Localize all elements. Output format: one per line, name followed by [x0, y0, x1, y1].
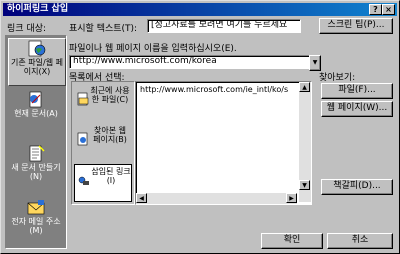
- browse-file-button[interactable]: 파일(F)...: [321, 83, 393, 99]
- bookmark-button[interactable]: 책갈피(D)...: [321, 179, 393, 195]
- title-bar: 하이퍼링크 삽입 ? ×: [3, 3, 397, 16]
- help-button[interactable]: ?: [369, 4, 382, 15]
- subnav-label: 최근에 사용한 파일(C): [90, 86, 130, 104]
- insert-hyperlink-dialog: 하이퍼링크 삽입 ? × 링크 대상: 표시할 텍스트(T): [정고사료를 보…: [0, 0, 400, 254]
- subnav-browsed-pages[interactable]: 찾아본 웹 페이지(B): [74, 124, 130, 160]
- display-text-label: 표시할 텍스트(T):: [69, 24, 138, 34]
- sidebar-item-new-document[interactable]: 새 문서 만들기(N): [8, 144, 64, 190]
- email-icon: [27, 200, 45, 215]
- link-list[interactable]: http://www.microsoft.com/ie_intl/ko/s ▲ …: [135, 81, 312, 205]
- globe-file-icon: [28, 40, 46, 57]
- sidebar-item-label: 기존 파일/웹 페이지(X): [11, 58, 63, 76]
- sidebar-item-existing-file[interactable]: 기존 파일/웹 페이지(X): [8, 38, 66, 86]
- document-icon: [29, 91, 42, 108]
- list-item[interactable]: http://www.microsoft.com/ie_intl/ko/s: [140, 85, 288, 94]
- new-document-icon: [29, 145, 45, 162]
- sidebar-item-label: 새 문서 만들기(N): [11, 163, 61, 181]
- link-target-label: 링크 대상:: [7, 24, 47, 34]
- close-button[interactable]: ×: [382, 4, 395, 15]
- ok-button[interactable]: 확인: [261, 233, 323, 249]
- sidebar-item-label: 전자 메일 주소(M): [11, 217, 61, 235]
- scroll-up-icon[interactable]: ▲: [299, 82, 310, 92]
- display-text-field[interactable]: [정고사료를 보려면 여기를 누르세요: [147, 19, 301, 33]
- vertical-scrollbar[interactable]: ▲ ▼: [299, 82, 311, 202]
- horizontal-scrollbar[interactable]: ◀ ▶: [136, 193, 297, 204]
- subnav-label: 삽입된 링크(I): [91, 167, 131, 185]
- browse-web-page-button[interactable]: 웹 페이지(W)...: [321, 101, 393, 117]
- sidebar-item-email-address[interactable]: 전자 메일 주소(M): [8, 198, 64, 244]
- screen-tip-button[interactable]: 스크린 팁(P)...: [319, 18, 393, 34]
- cancel-button[interactable]: 취소: [327, 233, 393, 249]
- browse-label: 찾아보기:: [319, 73, 356, 83]
- sidebar-item-label: 현재 문서(A): [14, 109, 58, 118]
- scroll-down-icon[interactable]: ▼: [299, 180, 310, 190]
- sidebar-item-current-document[interactable]: 현재 문서(A): [8, 90, 64, 136]
- dialog-title: 하이퍼링크 삽입: [7, 4, 69, 14]
- link-target-sidebar: 기존 파일/웹 페이지(X) 현재 문서(A) 새 문서 만들기(N) 전자 메…: [5, 35, 67, 249]
- folder-file-icon: [77, 92, 89, 106]
- subnav-recent-files[interactable]: 최근에 사용한 파일(C): [74, 84, 130, 120]
- address-label: 파일이나 웹 페이지 이름을 입력하십시오(E).: [69, 44, 237, 54]
- address-dropdown-button[interactable]: ▼: [309, 55, 321, 71]
- address-field[interactable]: http://www.microsoft.com/korea: [69, 55, 313, 69]
- list-category-panel: 최근에 사용한 파일(C) 찾아본 웹 페이지(B) 삽입된 링크(I): [71, 81, 135, 205]
- scroll-left-icon[interactable]: ◀: [136, 193, 147, 203]
- subnav-label: 찾아본 웹 페이지(B): [93, 126, 127, 144]
- chain-link-icon: [78, 176, 89, 185]
- scroll-right-icon[interactable]: ▶: [286, 193, 297, 203]
- subnav-inserted-links[interactable]: 삽입된 링크(I): [74, 164, 132, 202]
- web-page-icon: [77, 132, 88, 146]
